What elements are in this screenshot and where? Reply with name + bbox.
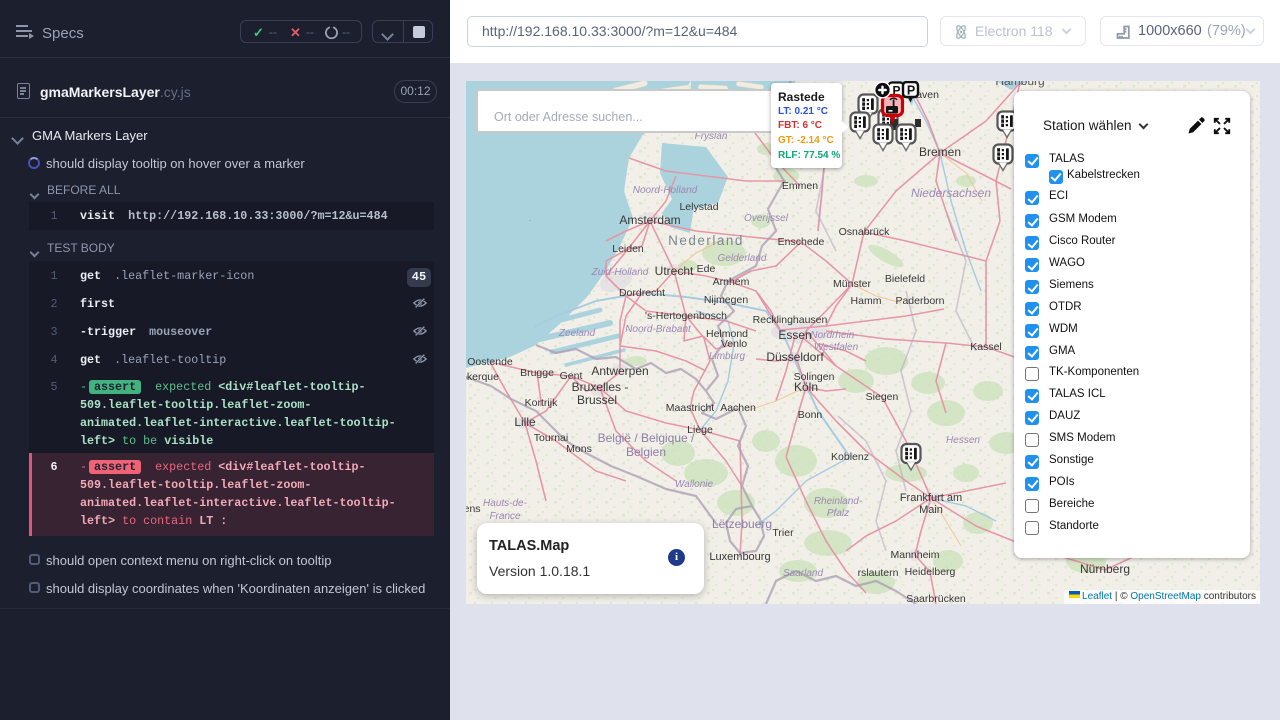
svg-text:Gent: Gent [560, 370, 583, 382]
svg-text:Düsseldorf: Düsseldorf [766, 350, 824, 364]
svg-text:Mannheim: Mannheim [890, 549, 939, 561]
svg-text:Bruxelles -: Bruxelles - [572, 380, 629, 394]
svg-text:Nordrhein-: Nordrhein- [810, 330, 858, 341]
svg-text:Limburg: Limburg [709, 351, 746, 362]
svg-text:nkerque: nkerque [466, 371, 499, 383]
svg-text:Mons: Mons [566, 443, 592, 455]
svg-text:Hamm: Hamm [851, 295, 882, 307]
svg-text:Kortrijk: Kortrijk [525, 397, 558, 409]
svg-text:Nederland: Nederland [668, 233, 744, 248]
svg-text:Wallonie: Wallonie [675, 479, 714, 490]
svg-text:Heidelberg: Heidelberg [905, 566, 956, 578]
svg-text:'s-Hertogenbosch: 's-Hertogenbosch [645, 310, 727, 322]
svg-text:Trier: Trier [772, 527, 794, 539]
svg-text:.: . [529, 213, 532, 223]
svg-text:Liège: Liège [687, 424, 713, 436]
svg-text:Emmen: Emmen [782, 180, 818, 192]
svg-text:Saarland: Saarland [783, 568, 823, 579]
svg-text:rslautern: rslautern [858, 567, 899, 579]
svg-text:Brugge: Brugge [520, 367, 554, 379]
svg-text:Tournai: Tournai [534, 432, 568, 444]
svg-text:Rheinland-: Rheinland- [814, 496, 863, 507]
svg-text:Bielefeld: Bielefeld [885, 273, 925, 285]
svg-text:Kassel: Kassel [970, 341, 1002, 353]
svg-text:Nijmegen: Nijmegen [704, 294, 749, 306]
svg-text:Osnabrück: Osnabrück [839, 226, 891, 238]
svg-text:Recklinghausen: Recklinghausen [753, 314, 828, 326]
svg-text:Hessen: Hessen [946, 435, 980, 446]
svg-text:Overijssel: Overijssel [744, 213, 789, 224]
svg-text:Utrecht: Utrecht [655, 264, 694, 278]
svg-text:Antwerpen: Antwerpen [591, 364, 648, 378]
svg-text:Luxembourg: Luxembourg [709, 551, 770, 563]
svg-text:Noord-Holland: Noord-Holland [633, 185, 698, 196]
svg-text:Belgien: Belgien [626, 445, 666, 459]
svg-text:Oostende: Oostende [467, 356, 513, 368]
svg-text:Brussel: Brussel [577, 393, 617, 407]
svg-text:Frankfurt am: Frankfurt am [900, 492, 962, 504]
svg-text:Dordrecht: Dordrecht [619, 287, 665, 299]
svg-text:Bonn: Bonn [798, 409, 823, 421]
svg-text:Hauts-de-: Hauts-de- [483, 498, 528, 509]
svg-text:Gelderland: Gelderland [718, 253, 767, 264]
svg-text:België / Belgique /: België / Belgique / [598, 431, 695, 445]
svg-text:Münster: Münster [833, 278, 871, 290]
svg-text:Venlo: Venlo [721, 338, 747, 350]
svg-text:niens: niens [466, 503, 481, 515]
svg-text:Lelystad: Lelystad [679, 201, 718, 213]
svg-text:P: P [907, 84, 915, 98]
svg-text:Arnhem: Arnhem [713, 276, 750, 288]
svg-text:Enschede: Enschede [778, 236, 825, 248]
svg-text:Niedersachsen: Niedersachsen [911, 186, 991, 200]
svg-text:Leiden: Leiden [612, 243, 644, 255]
svg-text:Paderborn: Paderborn [895, 295, 944, 307]
svg-text:Siegen: Siegen [866, 391, 899, 403]
svg-text:Essen: Essen [778, 328, 811, 342]
svg-text:Saarbrücken: Saarbrücken [906, 593, 966, 604]
svg-text:Zuid-Holland: Zuid-Holland [591, 267, 649, 278]
svg-text:Koblenz: Koblenz [831, 451, 869, 463]
svg-text:Main: Main [919, 504, 943, 516]
svg-text:Noord-Brabant: Noord-Brabant [625, 324, 692, 335]
svg-text:Zeeland: Zeeland [558, 328, 596, 339]
svg-text:Lëtzebuerg: Lëtzebuerg [712, 517, 772, 531]
svg-text:Maastricht: Maastricht [666, 402, 715, 414]
svg-text:Lille: Lille [514, 415, 536, 429]
svg-text:Ede: Ede [697, 263, 716, 275]
svg-text:Bremen: Bremen [919, 145, 961, 159]
svg-text:Nürnberg: Nürnberg [1080, 562, 1130, 576]
svg-text:Pfalz: Pfalz [827, 508, 849, 519]
svg-text:Aachen: Aachen [720, 402, 756, 414]
svg-text:Hamburg: Hamburg [995, 81, 1044, 88]
svg-text:Köln: Köln [794, 380, 818, 394]
svg-text:France: France [489, 511, 521, 522]
svg-text:Amsterdam: Amsterdam [619, 213, 680, 227]
